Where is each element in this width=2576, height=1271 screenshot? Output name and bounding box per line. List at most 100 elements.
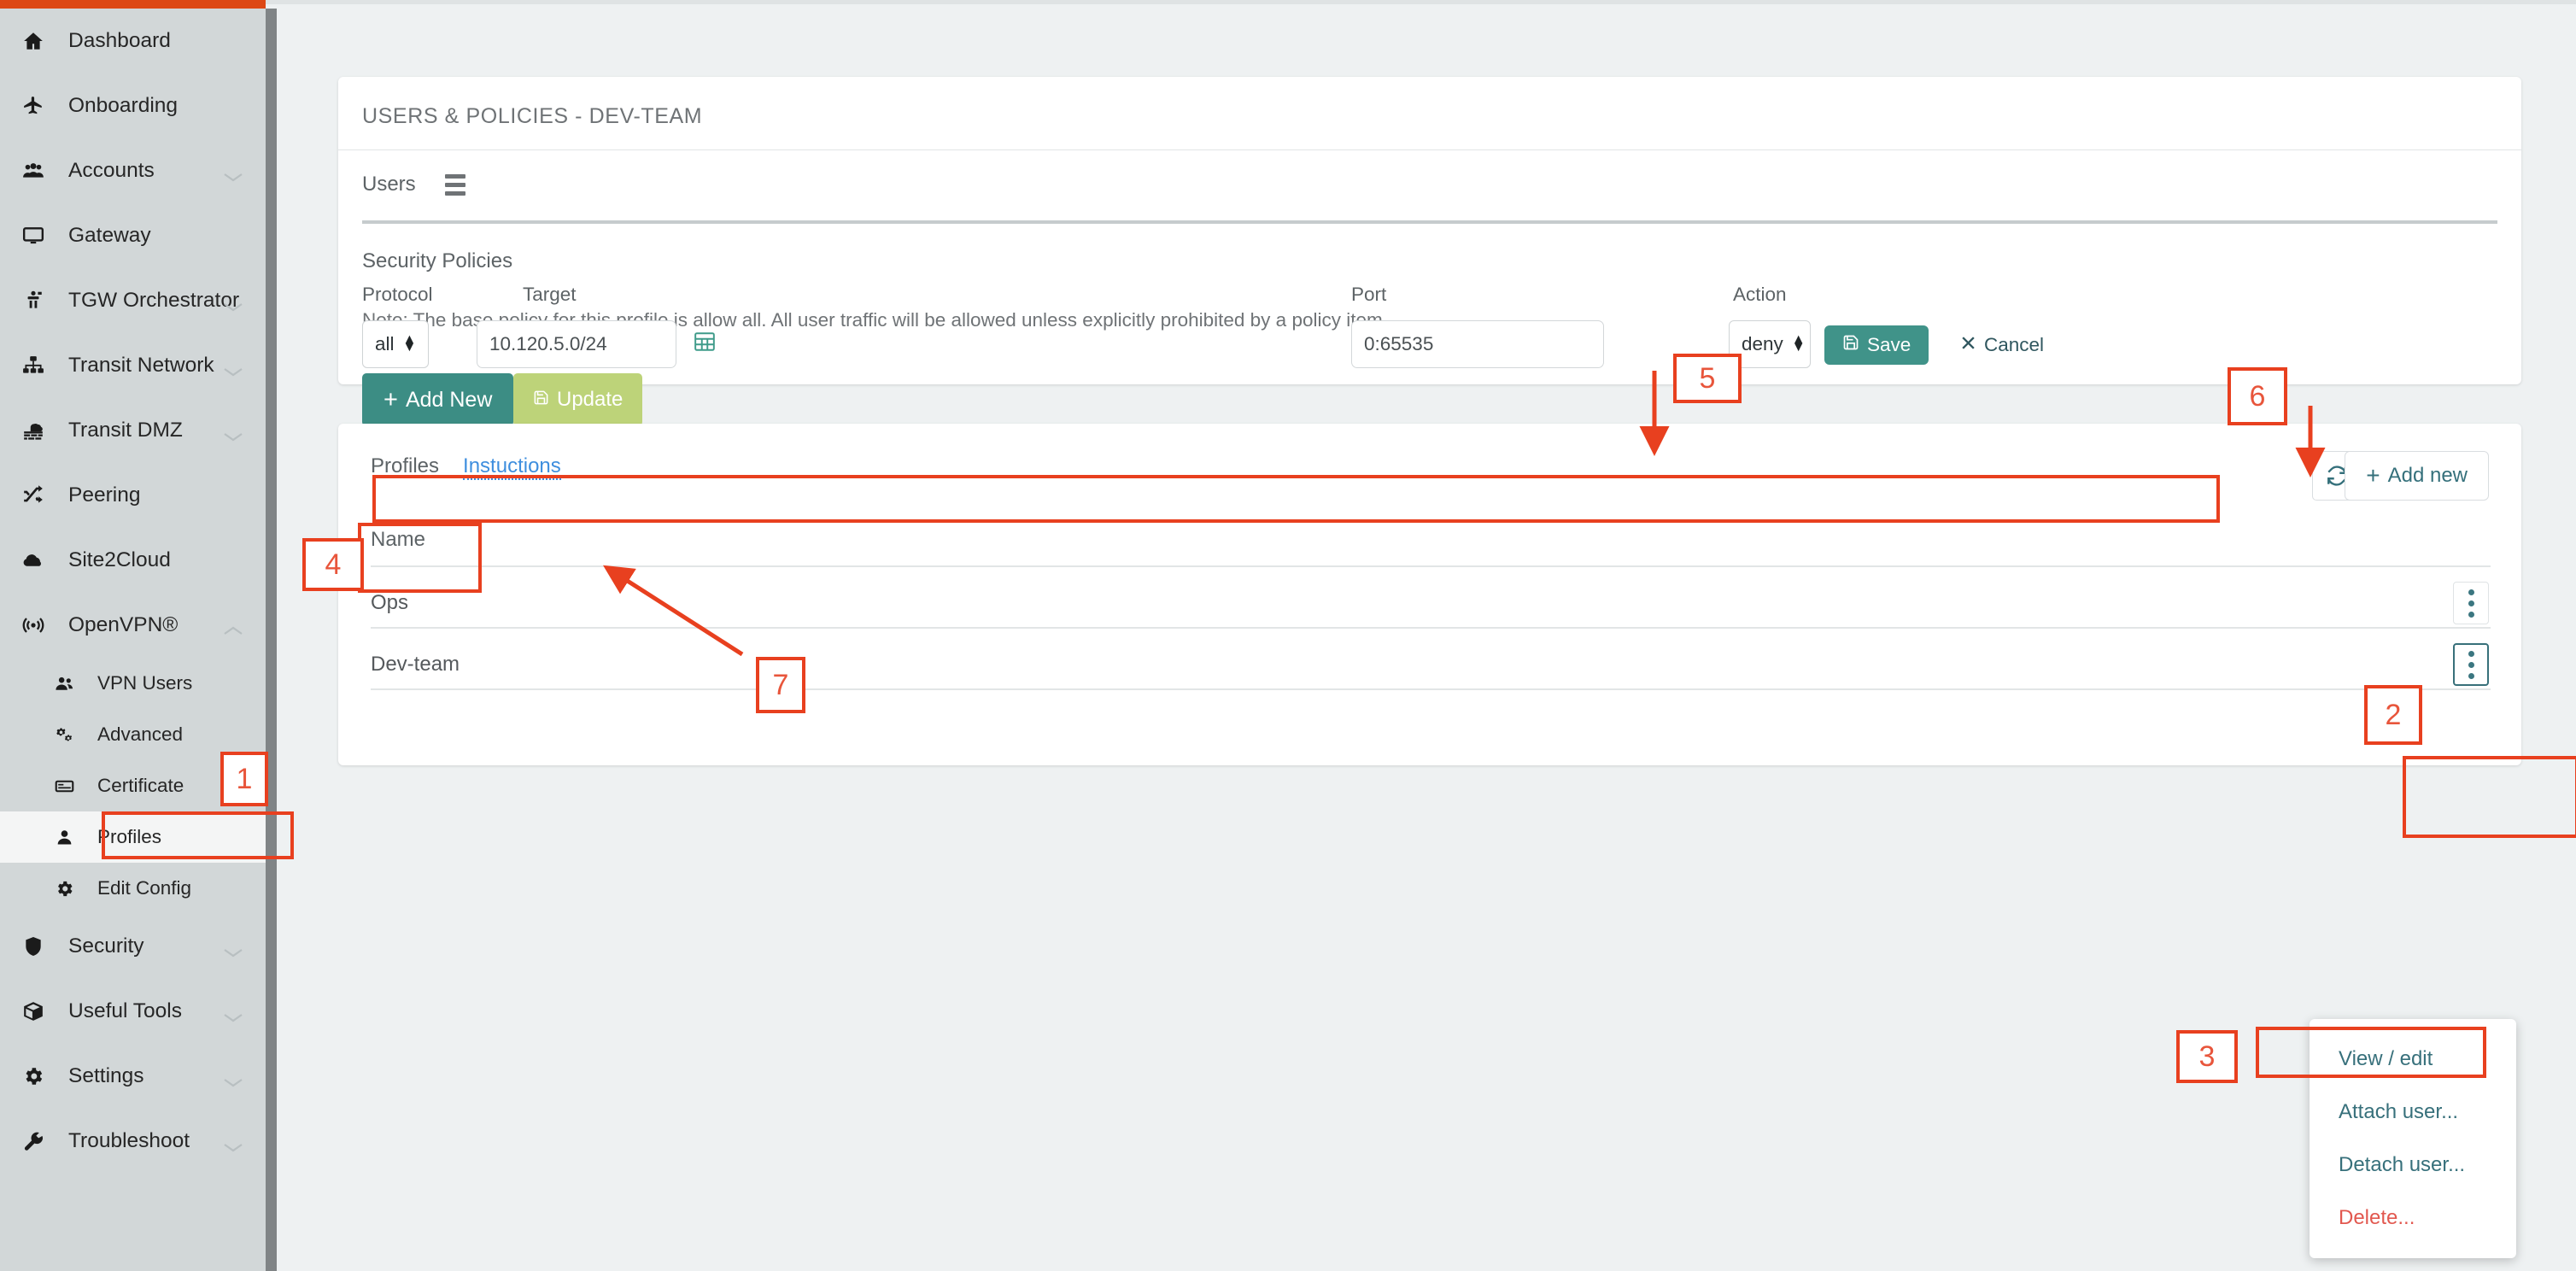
chevron-down-icon[interactable] [222, 1135, 244, 1152]
sidebar-item-peering[interactable]: Peering [0, 463, 266, 528]
chevron-down-icon[interactable] [222, 295, 244, 312]
sidebar-item-site2cloud[interactable]: Site2Cloud [0, 528, 266, 593]
wrench-icon [22, 1130, 60, 1152]
id-card-icon [55, 776, 89, 796]
update-button[interactable]: Update [513, 373, 643, 426]
users-policies-card: USERS & POLICIES - DEV-TEAM Users Securi… [338, 77, 2521, 535]
cogs-icon [55, 725, 89, 745]
row-menu-button-ops[interactable] [2453, 582, 2489, 624]
cloud-upload-icon [22, 549, 60, 571]
sidebar-item-advanced[interactable]: Advanced [0, 709, 266, 760]
row-cancel-label: Cancel [1984, 334, 2045, 355]
sidebar-item-label: Security [68, 934, 144, 958]
broadcast-icon [22, 614, 60, 636]
col-target: Target [523, 284, 577, 305]
col-port: Port [1351, 284, 1387, 305]
sidebar-item-troubleshoot[interactable]: Troubleshoot [0, 1109, 266, 1174]
menu-item-attach-user[interactable]: Attach user... [2310, 1086, 2516, 1139]
sidebar-item-label: TGW Orchestrator [68, 289, 240, 312]
add-new-profile-button[interactable]: + Add new [2345, 451, 2489, 501]
sidebar-item-transit-dmz[interactable]: Transit DMZ [0, 398, 266, 463]
sidebar-item-accounts[interactable]: Accounts [0, 138, 266, 203]
users-row: Users [338, 150, 2521, 196]
shuffle-icon [22, 484, 60, 507]
sidebar-item-certificate[interactable]: Certificate [0, 760, 266, 811]
profile-row-name: Dev-team [371, 653, 460, 676]
sidebar-item-label: Profiles [97, 826, 162, 847]
sidebar-item-label: Site2Cloud [68, 548, 171, 571]
add-new-label: Add New [405, 387, 493, 412]
sidebar-item-dashboard[interactable]: Dashboard [0, 9, 266, 73]
sidebar-item-label: Useful Tools [68, 999, 183, 1022]
sidebar-item-label: Advanced [97, 723, 184, 745]
col-action: Action [1733, 284, 1787, 305]
menu-item-view-edit[interactable]: View / edit [2310, 1033, 2516, 1086]
sidebar-item-label: Gateway [68, 224, 151, 247]
protocol-select[interactable]: all ▲ ▼ [362, 320, 429, 368]
add-new-button[interactable]: + Add New [362, 373, 514, 426]
sidebar-item-label: Transit DMZ [68, 419, 183, 442]
sidebar-item-profiles[interactable]: Profiles [0, 811, 266, 863]
table-grid-icon[interactable] [694, 331, 716, 359]
profile-row-name: Ops [371, 591, 409, 614]
home-icon [22, 30, 60, 52]
sitemap-icon [22, 354, 60, 377]
sidebar-scrollbar[interactable] [266, 9, 277, 1271]
sidebar-item-onboarding[interactable]: Onboarding [0, 73, 266, 138]
chevron-down-icon[interactable] [222, 165, 244, 182]
menu-item-delete[interactable]: Delete... [2310, 1192, 2516, 1245]
profiles-tabs: Profiles Instuctions [371, 454, 561, 480]
menu-item-detach-user[interactable]: Detach user... [2310, 1139, 2516, 1192]
hamburger-icon[interactable] [444, 173, 465, 196]
chevron-up-icon[interactable] [222, 619, 244, 635]
shield-icon [22, 935, 60, 958]
port-input[interactable]: 0:65535 [1351, 320, 1604, 368]
top-strip-right [266, 0, 2576, 4]
sidebar-item-tgw-orchestrator[interactable]: TGW Orchestrator [0, 268, 266, 333]
firewall-icon [22, 419, 60, 442]
floppy-disk-icon [1842, 334, 1859, 356]
sidebar-item-label: Peering [68, 483, 141, 507]
target-input[interactable]: 10.120.5.0/24 [477, 320, 676, 368]
chevron-down-icon[interactable] [222, 360, 244, 377]
top-accent-bar [0, 0, 266, 9]
sidebar-item-vpn-users[interactable]: VPN Users [0, 658, 266, 709]
action-select[interactable]: deny ▲ ▼ [1729, 320, 1811, 368]
sidebar-item-useful-tools[interactable]: Useful Tools [0, 979, 266, 1044]
action-value: deny [1742, 333, 1783, 354]
sidebar-item-label: Settings [68, 1064, 144, 1087]
chevron-down-icon[interactable] [222, 1005, 244, 1022]
sidebar-item-label: Edit Config [97, 877, 192, 899]
sidebar-item-gateway[interactable]: Gateway [0, 203, 266, 268]
chevron-down-icon[interactable] [222, 940, 244, 958]
chevron-updown-icon: ▲ ▼ [402, 332, 417, 354]
tab-profiles[interactable]: Profiles [371, 454, 439, 478]
target-value: 10.120.5.0/24 [489, 333, 607, 354]
update-label: Update [557, 388, 624, 411]
sidebar-item-settings[interactable]: Settings [0, 1044, 266, 1109]
save-button[interactable]: Save [1824, 325, 1929, 365]
users-label: Users [362, 173, 416, 196]
col-protocol: Protocol [362, 284, 433, 305]
table-rule [371, 565, 2491, 567]
sidebar-item-edit-config[interactable]: Edit Config [0, 863, 266, 914]
sidebar-item-transit-network[interactable]: Transit Network [0, 333, 266, 398]
security-policies-heading: Security Policies [362, 249, 513, 272]
sidebar-item-openvpn[interactable]: OpenVPN® [0, 593, 266, 658]
chevron-down-icon[interactable] [222, 425, 244, 442]
chevron-down-icon[interactable] [222, 1070, 244, 1087]
sidebar-item-security[interactable]: Security [0, 914, 266, 979]
gear-icon [55, 879, 89, 899]
sidebar-item-label: Onboarding [68, 94, 179, 117]
gear-icon [22, 1065, 60, 1087]
profiles-card: Profiles Instuctions + Add new Name Ops … [338, 424, 2521, 765]
policy-row: all ▲ ▼ 10.120.5.0/24 0:65535 deny ▲ ▼ S… [338, 320, 2521, 368]
row-menu-button-dev-team[interactable] [2453, 643, 2489, 686]
table-rule [371, 627, 2491, 629]
tab-instructions[interactable]: Instuctions [463, 454, 561, 480]
table-rule [371, 688, 2491, 690]
floppy-disk-icon [533, 388, 549, 412]
box-icon [22, 1000, 60, 1022]
sidebar-item-label: Dashboard [68, 29, 171, 52]
row-cancel-button[interactable]: Cancel [1942, 325, 2063, 365]
